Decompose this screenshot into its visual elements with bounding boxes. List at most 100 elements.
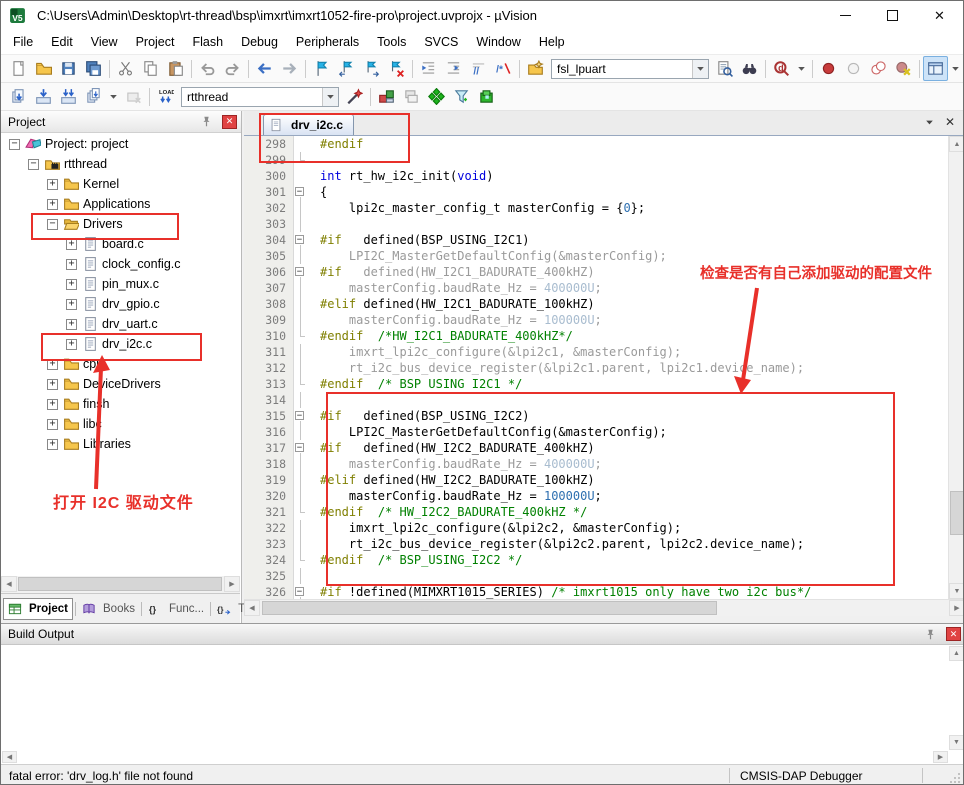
nav-back-icon[interactable]: [252, 56, 277, 81]
find-icon[interactable]: [737, 56, 762, 81]
collapse-icon[interactable]: −: [47, 219, 58, 230]
tree-item-rtthread[interactable]: −rtthread: [3, 154, 240, 174]
scroll-down-icon[interactable]: ▼: [949, 735, 964, 750]
scroll-right-icon[interactable]: ▶: [949, 600, 964, 616]
tree-item-cpu[interactable]: +cpu: [3, 354, 240, 374]
expand-icon[interactable]: +: [47, 439, 58, 450]
select-software-packs-icon[interactable]: [449, 84, 474, 109]
code-line-298[interactable]: 298#endif: [244, 136, 948, 152]
tree-item-libraries[interactable]: +Libraries: [3, 434, 240, 454]
code-line-320[interactable]: 320 masterConfig.baudRate_Hz = 100000U;: [244, 488, 948, 504]
bookmark-prev-icon[interactable]: [334, 56, 359, 81]
tree-item-kernel[interactable]: +Kernel: [3, 174, 240, 194]
tree-item-libc[interactable]: +libc: [3, 414, 240, 434]
expand-icon[interactable]: +: [66, 299, 77, 310]
scroll-up-icon[interactable]: ▲: [949, 136, 964, 152]
tree-item-drv-gpio-c[interactable]: +drv_gpio.c: [3, 294, 240, 314]
code-line-306[interactable]: 306−#if defined(HW_I2C1_BADURATE_400kHZ): [244, 264, 948, 280]
find-in-files-icon[interactable]: [712, 56, 737, 81]
scroll-up-icon[interactable]: ▲: [949, 646, 964, 661]
tree-item-pin-mux-c[interactable]: +pin_mux.c: [3, 274, 240, 294]
scroll-thumb[interactable]: [262, 601, 717, 615]
close-icon[interactable]: ✕: [916, 1, 963, 29]
menu-flash[interactable]: Flash: [183, 31, 232, 53]
scroll-left-icon[interactable]: ◀: [1, 576, 17, 592]
pin-icon[interactable]: [924, 628, 937, 641]
target-combo[interactable]: rtthread: [181, 87, 339, 107]
bookmark-toggle-icon[interactable]: [309, 56, 334, 81]
download-icon[interactable]: LOAD: [153, 84, 178, 109]
window-layout-icon[interactable]: [923, 56, 948, 81]
expand-icon[interactable]: +: [47, 399, 58, 410]
tree-item-drivers[interactable]: −Drivers: [3, 214, 240, 234]
sidebar-tab-project[interactable]: Project: [3, 598, 73, 620]
menu-window[interactable]: Window: [467, 31, 529, 53]
code-line-315[interactable]: 315−#if defined(BSP_USING_I2C2): [244, 408, 948, 424]
build-output-content[interactable]: [2, 645, 948, 751]
code-line-308[interactable]: 308#elif defined(HW_I2C1_BADURATE_100kHZ…: [244, 296, 948, 312]
menu-help[interactable]: Help: [530, 31, 574, 53]
search-combo-dropdown-icon[interactable]: [692, 60, 708, 78]
redo-icon[interactable]: [220, 56, 245, 81]
bookmark-next-icon[interactable]: [359, 56, 384, 81]
expand-icon[interactable]: +: [66, 239, 77, 250]
undo-icon[interactable]: [195, 56, 220, 81]
scroll-right-icon[interactable]: ▶: [224, 576, 240, 592]
options-for-target-icon[interactable]: [342, 84, 367, 109]
breakpoint-enable-disable-icon[interactable]: [841, 56, 866, 81]
code-line-299[interactable]: 299: [244, 152, 948, 168]
editor-hscrollbar[interactable]: ◀ ▶: [244, 599, 964, 616]
save-all-icon[interactable]: [81, 56, 106, 81]
file-extensions-icon[interactable]: [399, 84, 424, 109]
tree-item-drv-uart-c[interactable]: +drv_uart.c: [3, 314, 240, 334]
copy-icon[interactable]: [138, 56, 163, 81]
nav-forward-icon[interactable]: [277, 56, 302, 81]
bookmark-clear-all-icon[interactable]: [384, 56, 409, 81]
code-line-319[interactable]: 319#elif defined(HW_I2C2_BADURATE_100kHZ…: [244, 472, 948, 488]
find-in-files-dialog-icon[interactable]: [523, 56, 548, 81]
incremental-search-icon[interactable]: d: [769, 56, 794, 81]
batch-build-dropdown-icon[interactable]: [106, 84, 121, 109]
comment-selection-icon[interactable]: //: [466, 56, 491, 81]
manage-project-items-icon[interactable]: [374, 84, 399, 109]
indent-right-icon[interactable]: [441, 56, 466, 81]
tree-item-devicedrivers[interactable]: +DeviceDrivers: [3, 374, 240, 394]
search-combo[interactable]: fsl_lpuart: [551, 59, 709, 79]
code-line-312[interactable]: 312 rt_i2c_bus_device_register(&lpi2c1.p…: [244, 360, 948, 376]
project-panel-close-icon[interactable]: ✕: [222, 115, 237, 129]
stop-build-icon[interactable]: [121, 84, 146, 109]
code-line-317[interactable]: 317−#if defined(HW_I2C2_BADURATE_400kHZ): [244, 440, 948, 456]
save-icon[interactable]: [56, 56, 81, 81]
expand-icon[interactable]: +: [47, 359, 58, 370]
fold-collapse-icon[interactable]: −: [294, 440, 308, 456]
menu-file[interactable]: File: [4, 31, 42, 53]
sidebar-tab-books[interactable]: Books: [78, 599, 139, 619]
scroll-left-icon[interactable]: ◀: [2, 751, 17, 763]
expand-icon[interactable]: +: [47, 179, 58, 190]
fold-collapse-icon[interactable]: −: [294, 232, 308, 248]
menu-project[interactable]: Project: [127, 31, 184, 53]
tab-close-icon[interactable]: ✕: [945, 115, 955, 129]
target-combo-dropdown-icon[interactable]: [322, 88, 338, 106]
rebuild-icon[interactable]: [56, 84, 81, 109]
expand-icon[interactable]: +: [66, 339, 77, 350]
editor-vscrollbar[interactable]: ▲ ▼: [948, 136, 964, 599]
manage-rte-icon[interactable]: [424, 84, 449, 109]
fold-collapse-icon[interactable]: −: [294, 408, 308, 424]
tree-item-finsh[interactable]: +finsh: [3, 394, 240, 414]
build-icon[interactable]: [31, 84, 56, 109]
code-line-303[interactable]: 303: [244, 216, 948, 232]
pack-installer-icon[interactable]: [474, 84, 499, 109]
tree-item-drv-i2c-c[interactable]: +drv_i2c.c: [3, 334, 240, 354]
code-line-325[interactable]: 325: [244, 568, 948, 584]
scroll-thumb[interactable]: [950, 491, 964, 535]
code-line-307[interactable]: 307 masterConfig.baudRate_Hz = 400000U;: [244, 280, 948, 296]
code-line-302[interactable]: 302 lpi2c_master_config_t masterConfig =…: [244, 200, 948, 216]
new-file-icon[interactable]: [6, 56, 31, 81]
breakpoint-disable-all-icon[interactable]: [866, 56, 891, 81]
tree-item-board-c[interactable]: +board.c: [3, 234, 240, 254]
menu-peripherals[interactable]: Peripherals: [287, 31, 368, 53]
maximize-icon[interactable]: [869, 1, 916, 29]
fold-collapse-icon[interactable]: −: [294, 264, 308, 280]
menu-tools[interactable]: Tools: [368, 31, 415, 53]
